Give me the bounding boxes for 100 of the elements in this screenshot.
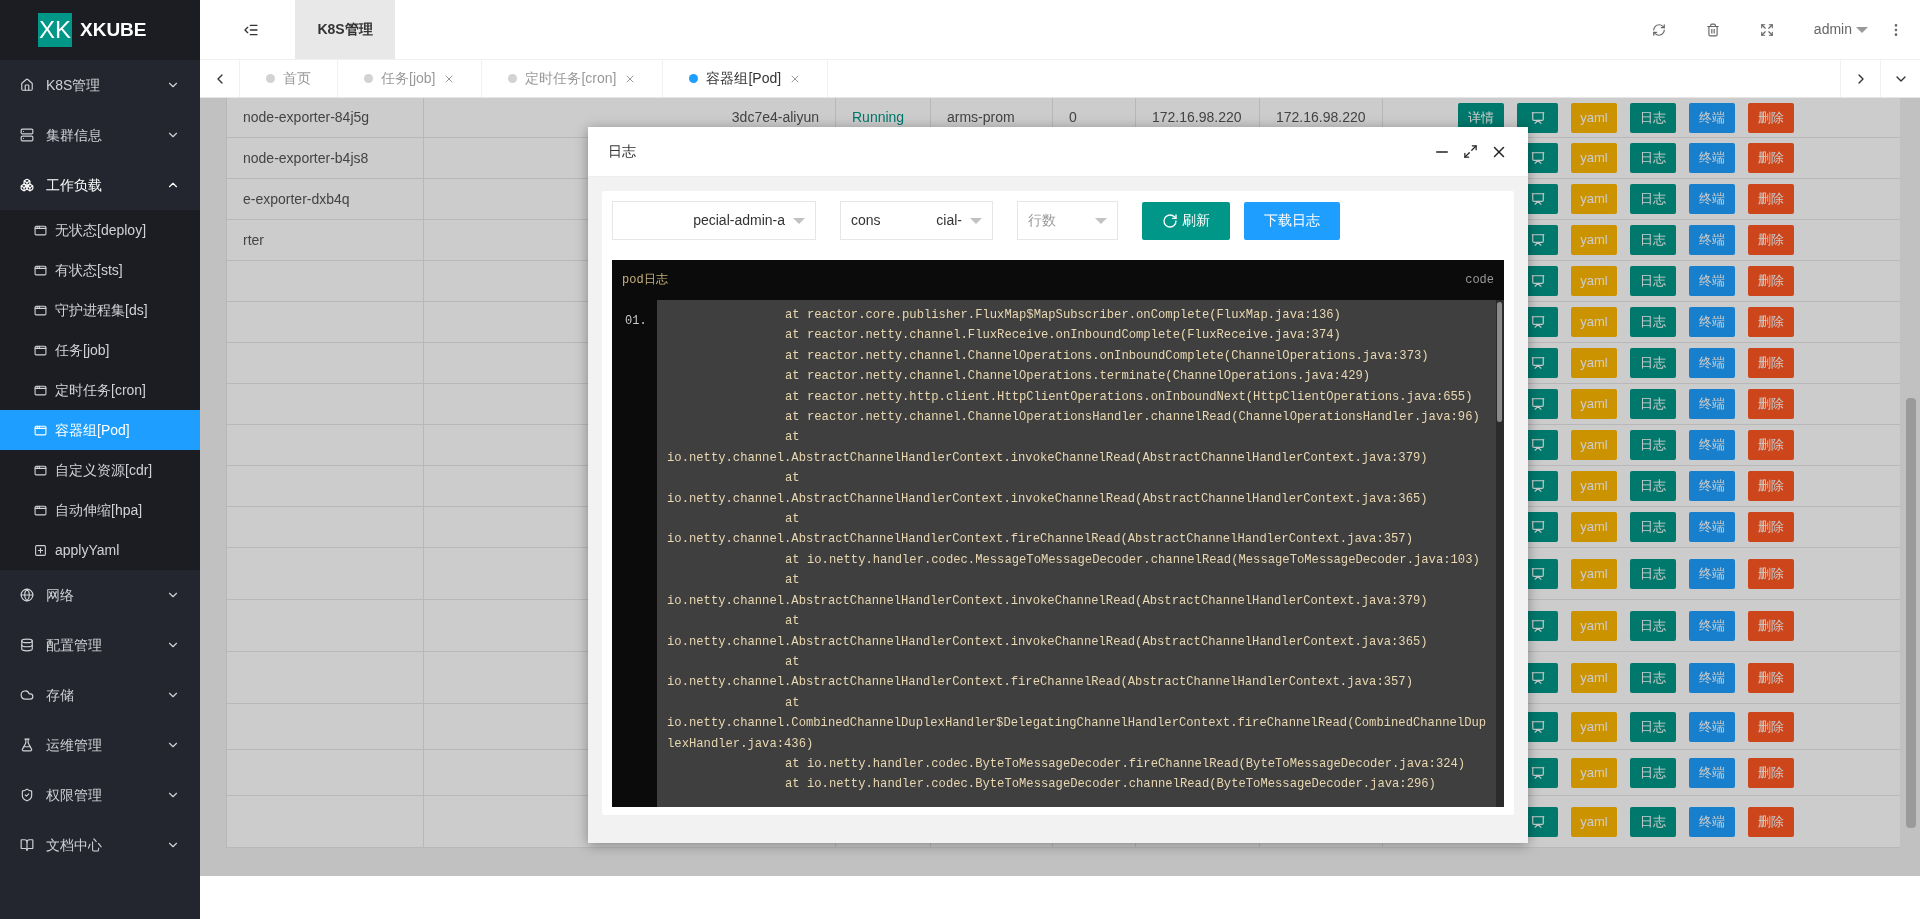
terminal-button[interactable]: 终端 [1689, 711, 1735, 742]
delete-button[interactable]: 删除 [1748, 389, 1794, 419]
delete-button[interactable]: 删除 [1748, 558, 1794, 589]
sidebar-item[interactable]: 工作负载 [0, 160, 200, 210]
yaml-button[interactable]: yaml [1571, 471, 1617, 501]
terminal-button[interactable]: 终端 [1689, 348, 1735, 378]
log-button[interactable]: 日志 [1630, 610, 1676, 641]
yaml-button[interactable]: yaml [1571, 307, 1617, 337]
sidebar-item[interactable]: 集群信息 [0, 110, 200, 160]
delete-button[interactable]: 删除 [1748, 225, 1794, 255]
delete-button[interactable]: 删除 [1748, 266, 1794, 296]
log-button[interactable]: 日志 [1630, 225, 1676, 255]
yaml-button[interactable]: yaml [1571, 266, 1617, 296]
fullscreen-icon[interactable] [1759, 22, 1774, 37]
sidebar-item[interactable]: 运维管理 [0, 720, 200, 770]
yaml-button[interactable]: yaml [1571, 348, 1617, 378]
yaml-button[interactable]: yaml [1571, 610, 1617, 641]
log-button[interactable]: 日志 [1630, 558, 1676, 589]
delete-button[interactable]: 删除 [1748, 143, 1794, 173]
sidebar-subitem[interactable]: 定时任务[cron] [0, 370, 200, 410]
monitor-button[interactable] [1517, 102, 1558, 133]
sidebar-subitem[interactable]: 自定义资源[cdr] [0, 450, 200, 490]
page-tab[interactable]: 首页 [240, 60, 338, 97]
trash-icon[interactable] [1705, 22, 1720, 37]
sidebar-subitem[interactable]: 守护进程集[ds] [0, 290, 200, 330]
terminal-button[interactable]: 终端 [1689, 225, 1735, 255]
scrollbar-thumb[interactable] [1497, 302, 1502, 422]
terminal-button[interactable]: 终端 [1689, 558, 1735, 589]
log-button[interactable]: 日志 [1630, 512, 1676, 542]
log-button[interactable]: 日志 [1630, 711, 1676, 742]
log-button[interactable]: 日志 [1630, 143, 1676, 173]
terminal-button[interactable]: 终端 [1689, 757, 1735, 788]
delete-button[interactable]: 删除 [1748, 348, 1794, 378]
page-tab[interactable]: 定时任务[cron] [482, 60, 664, 97]
yaml-button[interactable]: yaml [1571, 806, 1617, 837]
delete-button[interactable]: 删除 [1748, 471, 1794, 501]
sidebar-subitem[interactable]: 有状态[sts] [0, 250, 200, 290]
terminal-button[interactable]: 终端 [1689, 389, 1735, 419]
terminal-button[interactable]: 终端 [1689, 143, 1735, 173]
terminal-button[interactable]: 终端 [1689, 806, 1735, 837]
select-field[interactable]: 行数 [1017, 201, 1118, 240]
yaml-button[interactable]: yaml [1571, 389, 1617, 419]
yaml-button[interactable]: yaml [1571, 102, 1617, 133]
terminal-button[interactable]: 终端 [1689, 307, 1735, 337]
yaml-button[interactable]: yaml [1571, 558, 1617, 589]
log-button[interactable]: 日志 [1630, 471, 1676, 501]
delete-button[interactable]: 删除 [1748, 610, 1794, 641]
sidebar-subitem[interactable]: 无状态[deploy] [0, 210, 200, 250]
sidebar-item[interactable]: 配置管理 [0, 620, 200, 670]
select-field[interactable]: pecial-admin-a [612, 201, 816, 240]
refresh-button[interactable]: 刷新 [1142, 201, 1230, 240]
sidebar-subitem[interactable]: 自动伸缩[hpa] [0, 490, 200, 530]
sidebar-subitem[interactable]: applyYaml [0, 530, 200, 570]
log-button[interactable]: 日志 [1630, 389, 1676, 419]
select-field[interactable]: cons cial- [840, 201, 993, 240]
yaml-button[interactable]: yaml [1571, 757, 1617, 788]
maximize-icon[interactable] [1463, 144, 1478, 159]
terminal-button[interactable]: 终端 [1689, 610, 1735, 641]
sidebar-item[interactable]: K8S管理 [0, 60, 200, 110]
terminal-button[interactable]: 终端 [1689, 471, 1735, 501]
sidebar-item[interactable]: 权限管理 [0, 770, 200, 820]
terminal-button[interactable]: 终端 [1689, 430, 1735, 460]
delete-button[interactable]: 删除 [1748, 512, 1794, 542]
sidebar-subitem[interactable]: 任务[job] [0, 330, 200, 370]
log-button[interactable]: 日志 [1630, 266, 1676, 296]
yaml-button[interactable]: yaml [1571, 430, 1617, 460]
sidebar-item[interactable]: 文档中心 [0, 820, 200, 870]
delete-button[interactable]: 删除 [1748, 757, 1794, 788]
sidebar-subitem[interactable]: 容器组[Pod] [0, 410, 200, 450]
refresh-icon[interactable] [1651, 22, 1666, 37]
terminal-button[interactable]: 终端 [1689, 512, 1735, 542]
delete-button[interactable]: 删除 [1748, 711, 1794, 742]
terminal-button[interactable]: 终端 [1689, 102, 1735, 133]
log-button[interactable]: 日志 [1630, 430, 1676, 460]
log-button[interactable]: 日志 [1630, 102, 1676, 133]
log-button[interactable]: 日志 [1630, 757, 1676, 788]
yaml-button[interactable]: yaml [1571, 143, 1617, 173]
delete-button[interactable]: 删除 [1748, 430, 1794, 460]
delete-button[interactable]: 删除 [1748, 662, 1794, 693]
sidebar-item[interactable]: 存储 [0, 670, 200, 720]
yaml-button[interactable]: yaml [1571, 711, 1617, 742]
delete-button[interactable]: 删除 [1748, 184, 1794, 214]
user-menu[interactable]: admin [1813, 19, 1852, 40]
header-tab[interactable]: K8S管理 [295, 0, 395, 59]
yaml-button[interactable]: yaml [1571, 662, 1617, 693]
log-button[interactable]: 日志 [1630, 662, 1676, 693]
delete-button[interactable]: 删除 [1748, 307, 1794, 337]
page-tab[interactable]: 任务[job] [338, 60, 483, 97]
log-button[interactable]: 日志 [1630, 307, 1676, 337]
yaml-button[interactable]: yaml [1571, 512, 1617, 542]
yaml-button[interactable]: yaml [1571, 184, 1617, 214]
terminal-button[interactable]: 终端 [1689, 184, 1735, 214]
log-button[interactable]: 日志 [1630, 806, 1676, 837]
scrollbar-thumb[interactable] [1906, 398, 1916, 828]
log-button[interactable]: 日志 [1630, 184, 1676, 214]
delete-button[interactable]: 删除 [1748, 806, 1794, 837]
download-button[interactable]: 下载日志 [1244, 201, 1340, 240]
sidebar-item[interactable]: 网络 [0, 570, 200, 620]
delete-button[interactable]: 删除 [1748, 102, 1794, 133]
terminal-button[interactable]: 终端 [1689, 662, 1735, 693]
